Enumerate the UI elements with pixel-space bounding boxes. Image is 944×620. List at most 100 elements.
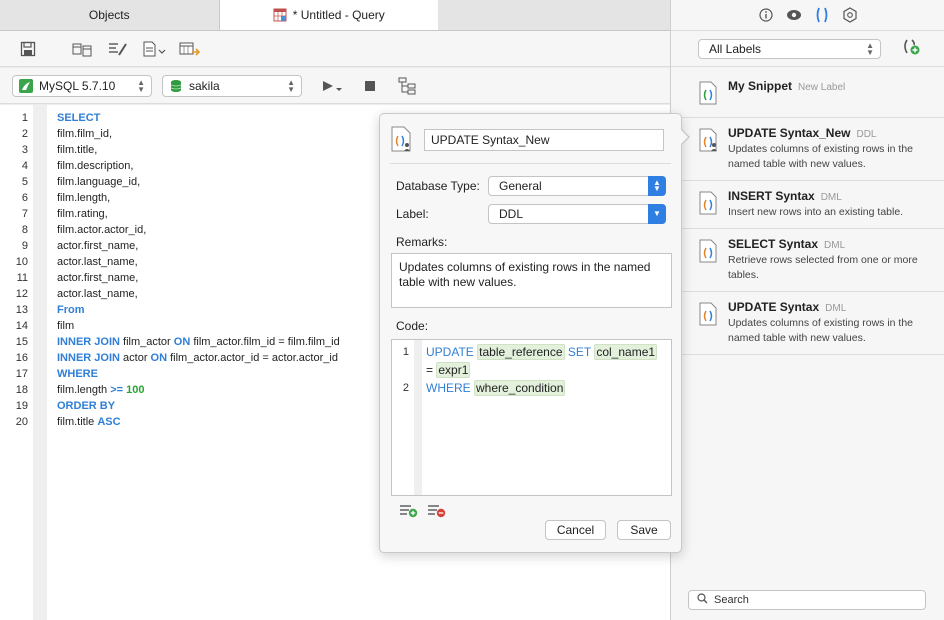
cancel-button[interactable]: Cancel xyxy=(545,520,606,540)
tab-objects-label: Objects xyxy=(88,8,130,22)
snippet-item[interactable]: UPDATE Syntax DML Updates columns of exis… xyxy=(671,292,944,355)
snippet-file-icon xyxy=(698,191,718,215)
mysql-icon xyxy=(19,78,33,93)
labels-row: All Labels ▲ ▼ xyxy=(671,31,944,67)
code-keyword: SET xyxy=(567,345,591,359)
info-icon[interactable] xyxy=(758,7,774,23)
line-number: 13 xyxy=(15,304,28,316)
snippet-tag: New Label xyxy=(798,82,846,93)
snippet-item[interactable]: UPDATE Syntax_New DDL Updates columns of … xyxy=(671,118,944,181)
snippet-name-input[interactable]: UPDATE Syntax_New xyxy=(424,129,664,151)
snippet-file-icon xyxy=(698,128,718,152)
snippet-search[interactable]: Search xyxy=(688,590,926,610)
line-number: 16 xyxy=(15,352,28,364)
snippet-list: My Snippet New Label UPDATE Syntax_New DDL… xyxy=(671,67,944,355)
snippet-tag: DML xyxy=(820,192,842,203)
line-number-gutter: 1 2 3 4 5 6 7 8 9 10 11 12 13 14 15 16 17 18 19 20 xyxy=(0,105,33,620)
popover-arrow xyxy=(680,128,690,146)
stepper-icon: ▲ ▼ xyxy=(287,77,295,94)
export-icon[interactable] xyxy=(176,37,204,61)
line-number: 10 xyxy=(15,256,28,268)
snippet-file-icon xyxy=(698,302,718,326)
line-number: 15 xyxy=(15,336,28,348)
line-number: 18 xyxy=(15,384,28,396)
server-selector[interactable]: MySQL 5.7.10 ▲ ▼ xyxy=(12,74,152,97)
beautify-icon[interactable] xyxy=(104,37,132,61)
database-icon xyxy=(169,79,183,93)
toolbar xyxy=(0,31,670,67)
code-keyword: UPDATE xyxy=(426,345,474,359)
connection-bar: MySQL 5.7.10 ▲ ▼ sakila ▲ ▼ xyxy=(0,68,670,104)
line-number: 9 xyxy=(21,240,28,252)
run-icon[interactable] xyxy=(318,74,346,98)
line-number: 4 xyxy=(21,160,28,172)
hexagon-icon[interactable] xyxy=(842,7,858,23)
snippet-tag: DDL xyxy=(856,129,877,140)
label-label: Label: xyxy=(396,207,429,221)
server-name: MySQL 5.7.10 xyxy=(39,78,116,93)
snippet-item[interactable]: My Snippet New Label xyxy=(671,67,944,118)
line-number: 1 xyxy=(402,346,409,358)
add-snippet-icon[interactable] xyxy=(901,38,921,59)
code-keyword: WHERE xyxy=(426,381,471,395)
fold-strip xyxy=(414,340,422,495)
label-value: DDL xyxy=(499,207,524,221)
snippet-item[interactable]: INSERT Syntax DML Insert new rows into an… xyxy=(671,181,944,229)
snippet-file-icon xyxy=(698,81,718,105)
tab-bar: Objects * Untitled - Query xyxy=(0,0,670,31)
search-icon xyxy=(697,593,708,607)
code-line: WHERE where_condition xyxy=(426,379,566,397)
snippet-title: SELECT Syntax xyxy=(728,237,819,251)
code-label: Code: xyxy=(396,319,429,333)
database-name: sakila xyxy=(189,78,220,93)
code-placeholder[interactable]: col_name1 xyxy=(594,344,658,360)
code-placeholder[interactable]: where_condition xyxy=(474,380,566,396)
snippet-item[interactable]: SELECT Syntax DML Retrieve rows selected … xyxy=(671,229,944,292)
line-number: 3 xyxy=(21,144,28,156)
tab-untitled-query-label: * Untitled - Query xyxy=(292,8,385,22)
query-builder-icon[interactable] xyxy=(68,37,96,61)
line-number: 5 xyxy=(21,176,28,188)
tab-objects[interactable]: Objects xyxy=(0,0,220,30)
labels-filter[interactable]: All Labels ▲ ▼ xyxy=(698,38,881,59)
snippet-code-editor[interactable]: 1 2 UPDATE table_reference SET col_name1… xyxy=(391,339,672,496)
search-placeholder: Search xyxy=(714,594,749,606)
code-snippet-icon[interactable] xyxy=(140,37,168,61)
snippet-panel: All Labels ▲ ▼ My Snippet New Label UPDATE… xyxy=(670,0,944,620)
label-select[interactable]: DDL ▼ xyxy=(488,204,666,224)
line-number: 20 xyxy=(15,416,28,428)
snippet-file-icon xyxy=(698,239,718,263)
preview-icon[interactable] xyxy=(786,7,802,23)
snippet-brackets-icon[interactable] xyxy=(814,7,830,23)
remove-placeholder-icon[interactable] xyxy=(426,502,448,521)
database-type-select[interactable]: General ▲ ▼ xyxy=(488,176,666,196)
code-placeholder[interactable]: expr1 xyxy=(436,362,471,378)
line-number: 7 xyxy=(21,208,28,220)
explain-icon[interactable] xyxy=(394,74,422,98)
code-operator: = xyxy=(426,363,434,377)
fold-strip xyxy=(33,105,47,620)
line-number: 12 xyxy=(15,288,28,300)
save-icon[interactable] xyxy=(14,37,42,61)
line-number: 11 xyxy=(16,272,28,284)
stepper-icon: ▲ ▼ xyxy=(648,176,666,196)
tab-bar-empty xyxy=(438,0,670,30)
remarks-textarea[interactable]: Updates columns of existing rows in the … xyxy=(391,253,672,308)
database-type-label: Database Type: xyxy=(396,179,480,193)
stop-icon[interactable] xyxy=(356,74,384,98)
snippet-title: INSERT Syntax xyxy=(728,189,815,203)
line-number: 8 xyxy=(21,224,28,236)
snippet-title: My Snippet xyxy=(728,79,793,93)
tab-untitled-query[interactable]: * Untitled - Query xyxy=(219,0,438,30)
database-selector[interactable]: sakila ▲ ▼ xyxy=(162,74,302,97)
snippet-editor-popover: UPDATE Syntax_New Database Type: General… xyxy=(379,113,690,553)
code-placeholder[interactable]: table_reference xyxy=(477,344,565,360)
add-placeholder-icon[interactable] xyxy=(398,502,420,521)
snippet-description: Updates columns of existing rows in the … xyxy=(728,143,914,170)
snippet-file-icon xyxy=(390,126,412,155)
save-button[interactable]: Save xyxy=(617,520,671,540)
line-number: 19 xyxy=(15,400,28,412)
label-row: Label: DDL ▼ xyxy=(396,204,666,224)
snippet-title: UPDATE Syntax_New xyxy=(728,126,851,140)
stepper-icon: ▲ ▼ xyxy=(866,40,874,57)
